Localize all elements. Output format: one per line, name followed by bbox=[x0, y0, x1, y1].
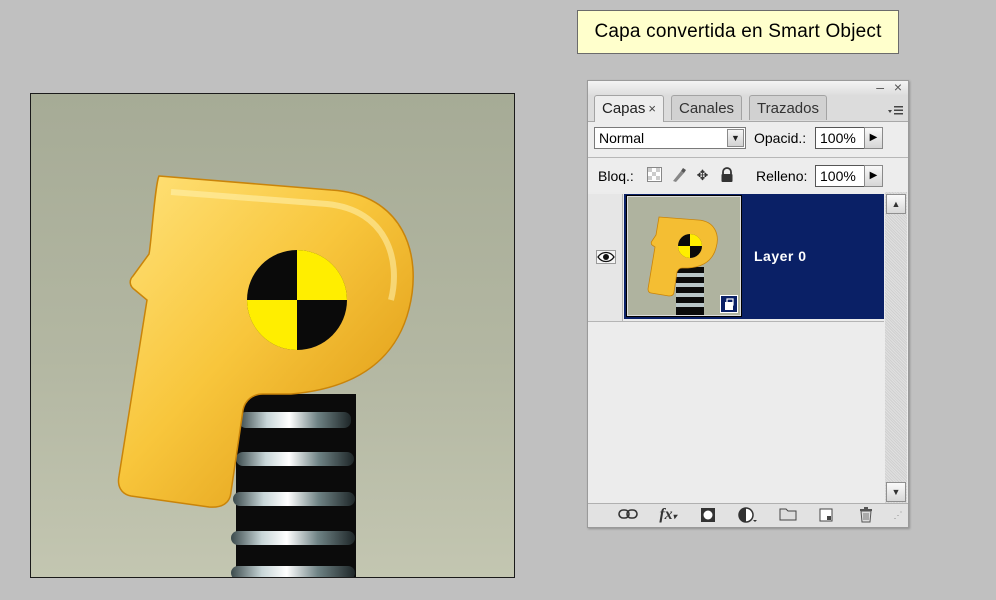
tab-canales[interactable]: Canales bbox=[671, 95, 743, 120]
opacity-field[interactable]: 100% bbox=[815, 127, 870, 149]
lock-transparency-icon[interactable] bbox=[646, 167, 663, 184]
lock-all-icon[interactable] bbox=[718, 167, 735, 184]
selected-layer-highlight[interactable]: Layer 0 bbox=[624, 194, 884, 319]
fill-slider-arrow-icon[interactable]: ▶ bbox=[864, 165, 883, 187]
smart-object-icon bbox=[720, 295, 738, 313]
fill-field[interactable]: 100% bbox=[815, 165, 870, 187]
link-layers-icon[interactable] bbox=[618, 507, 638, 523]
blend-mode-value: Normal bbox=[599, 130, 645, 146]
lock-fill-row: Bloq.: ✥ Relleno: 100% ▶ bbox=[588, 161, 908, 191]
fx-icon[interactable]: fx▾ bbox=[658, 507, 678, 523]
adjustment-layer-icon[interactable] bbox=[738, 507, 758, 523]
chevron-down-icon[interactable]: ▼ bbox=[727, 129, 744, 147]
lock-position-icon[interactable]: ✥ bbox=[694, 167, 711, 184]
panel-tabs: Capas × Canales Trazados bbox=[588, 95, 908, 122]
tab-close-icon[interactable]: × bbox=[648, 101, 656, 116]
fill-label: Relleno: bbox=[756, 168, 808, 184]
scroll-down-icon[interactable]: ▼ bbox=[886, 482, 906, 502]
eye-icon[interactable] bbox=[596, 250, 616, 264]
minimize-icon[interactable]: – bbox=[876, 79, 884, 95]
letter-p-artwork bbox=[117, 175, 414, 577]
new-group-icon[interactable] bbox=[778, 507, 798, 523]
crash-target-graphic bbox=[247, 250, 347, 350]
document-canvas[interactable] bbox=[30, 93, 515, 578]
add-mask-icon[interactable] bbox=[698, 507, 718, 523]
spring-graphic bbox=[231, 394, 356, 577]
close-icon[interactable]: × bbox=[894, 79, 902, 95]
layer-visibility-toggle[interactable] bbox=[588, 194, 623, 321]
callout-label: Capa convertida en Smart Object bbox=[577, 10, 899, 54]
scroll-up-icon[interactable]: ▲ bbox=[886, 194, 906, 214]
tab-capas[interactable]: Capas × bbox=[594, 95, 664, 122]
fx-label: fx bbox=[659, 506, 673, 523]
opacity-label: Opacid.: bbox=[754, 130, 807, 146]
new-layer-icon[interactable] bbox=[816, 507, 836, 523]
layers-list: Layer 0 ▲ ▼ bbox=[588, 192, 908, 506]
lock-image-icon[interactable] bbox=[670, 167, 687, 184]
tab-label: Trazados bbox=[757, 100, 819, 117]
layers-panel: – × Capas × Canales Trazados Normal ▼ Opa… bbox=[587, 79, 909, 528]
opacity-slider-arrow-icon[interactable]: ▶ bbox=[864, 127, 883, 149]
resize-grip-icon[interactable]: ⋰ bbox=[888, 507, 908, 523]
lock-label: Bloq.: bbox=[598, 168, 634, 184]
blend-mode-select[interactable]: Normal ▼ bbox=[594, 127, 746, 149]
tab-label: Canales bbox=[679, 100, 735, 117]
panel-titlebar[interactable]: – × bbox=[588, 79, 908, 96]
layer-name[interactable]: Layer 0 bbox=[754, 248, 807, 264]
tab-label: Capas bbox=[602, 100, 646, 117]
panel-footer: fx▾ ⋰ bbox=[588, 503, 908, 527]
divider bbox=[588, 157, 908, 158]
blend-opacity-row: Normal ▼ Opacid.: 100% ▶ bbox=[588, 123, 908, 153]
panel-menu-icon[interactable] bbox=[888, 105, 904, 118]
layer-row[interactable]: Layer 0 bbox=[588, 194, 884, 322]
layers-scrollbar[interactable]: ▲ ▼ bbox=[885, 192, 907, 504]
tab-trazados[interactable]: Trazados bbox=[749, 95, 827, 120]
trash-icon[interactable] bbox=[856, 507, 876, 523]
layer-thumbnail[interactable] bbox=[626, 195, 742, 317]
